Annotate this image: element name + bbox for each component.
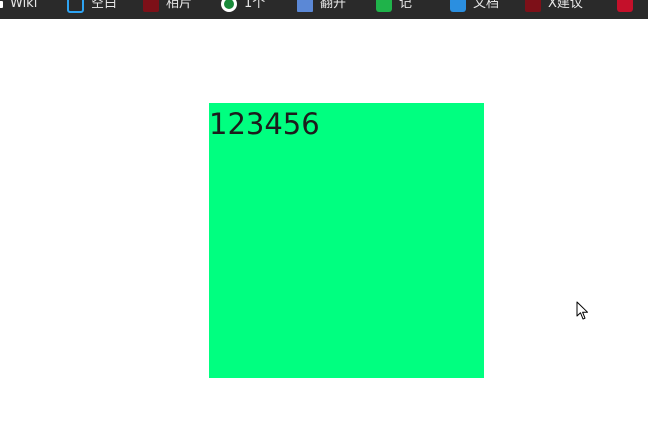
red-app-icon bbox=[617, 0, 633, 12]
blue-app-icon bbox=[450, 0, 466, 12]
bookmark-label: Wiki bbox=[10, 0, 38, 11]
bookmark-2[interactable]: 空白 bbox=[67, 0, 117, 14]
bookmark-label: 文档 bbox=[473, 0, 500, 11]
blue-doc-icon bbox=[297, 0, 313, 12]
bookmark-wiki[interactable]: Wiki bbox=[0, 0, 37, 14]
box-text: 123456 bbox=[209, 107, 320, 141]
bookmarks-bar: Wiki 空白 相片 1个 翻开 记 文档 X建议 bbox=[0, 0, 648, 19]
green-circle-icon bbox=[221, 0, 237, 12]
bookmark-3[interactable]: 相片 bbox=[143, 0, 192, 14]
green-app-icon bbox=[376, 0, 392, 12]
bookmark-9[interactable] bbox=[617, 0, 633, 14]
dark-red-icon bbox=[143, 0, 159, 12]
green-square-box: 123456 bbox=[209, 103, 484, 378]
bookmark-label: 1个 bbox=[244, 0, 266, 11]
bookmark-label: X建议 bbox=[548, 0, 583, 11]
white-square-icon bbox=[0, 0, 3, 8]
bookmark-7[interactable]: 文档 bbox=[450, 0, 499, 14]
bookmark-label: 空白 bbox=[91, 0, 118, 11]
bookmark-6[interactable]: 记 bbox=[376, 0, 412, 14]
bookmark-4[interactable]: 1个 bbox=[221, 0, 265, 14]
bookmark-label: 相片 bbox=[166, 0, 193, 11]
dark-red-app-icon bbox=[525, 0, 541, 12]
bookmark-8[interactable]: X建议 bbox=[525, 0, 583, 14]
mouse-pointer-icon bbox=[576, 301, 588, 320]
bookmark-5[interactable]: 翻开 bbox=[297, 0, 346, 14]
bookmark-label: 记 bbox=[399, 0, 413, 11]
blue-square-icon bbox=[67, 0, 84, 13]
bookmark-label: 翻开 bbox=[320, 0, 347, 11]
